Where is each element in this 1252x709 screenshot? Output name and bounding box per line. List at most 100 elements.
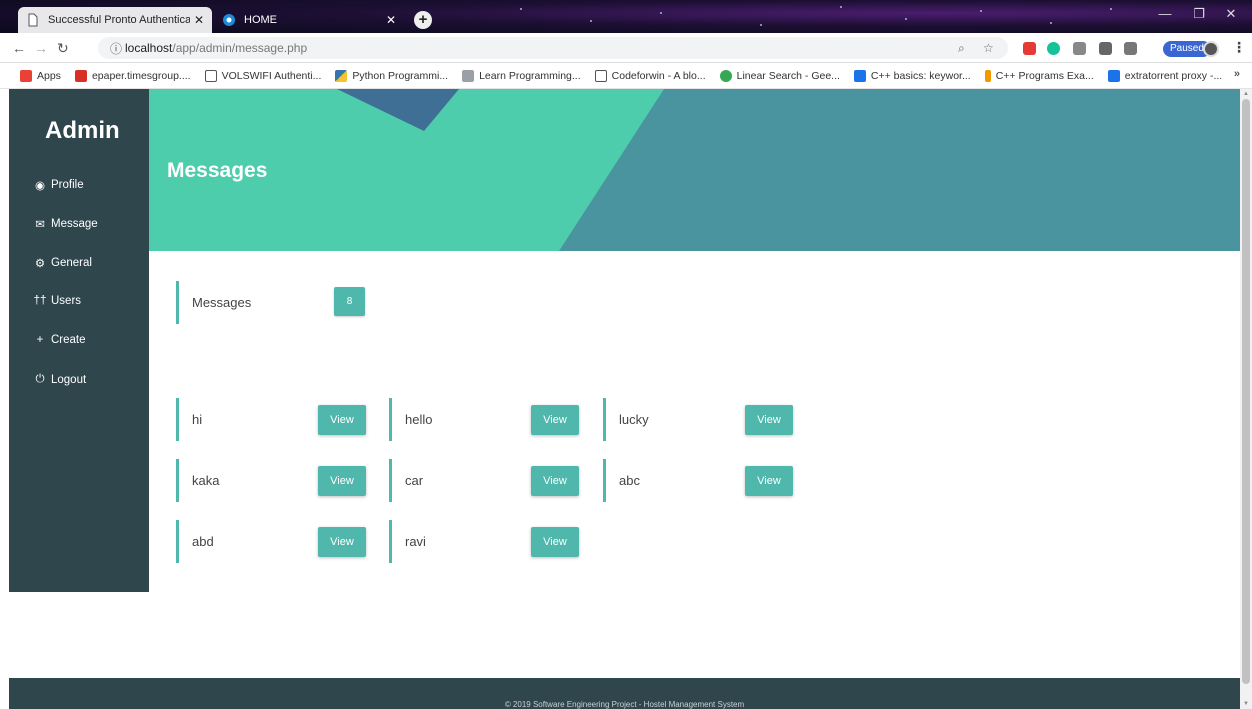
back-icon[interactable]: ←	[12, 40, 26, 56]
message-count-badge: 8	[334, 287, 365, 316]
header-banner: Messages	[149, 89, 1240, 251]
learn-icon	[462, 69, 475, 82]
message-sender: ravi	[405, 534, 426, 549]
url-input[interactable]: ⓘ localhost/app/admin/message.php	[98, 37, 1008, 59]
card-accent-bar	[389, 459, 392, 502]
is-icon	[1107, 69, 1120, 82]
flame-icon	[984, 69, 991, 82]
new-tab-button[interactable]: +	[414, 11, 432, 29]
scroll-down-icon[interactable]: ▼	[1243, 701, 1249, 707]
sidebar-item-label: Profile	[51, 179, 84, 191]
page-title: Messages	[167, 159, 268, 182]
bookmark-cpp-basics[interactable]: C++ basics: keywor...	[853, 69, 971, 82]
zoom-icon[interactable]: ⌕	[958, 41, 965, 56]
bookmark-label: extratorrent proxy -...	[1124, 69, 1223, 82]
sidebar-item-message[interactable]: ✉ Message	[33, 217, 98, 231]
maximize-icon[interactable]: ❐	[1184, 6, 1214, 22]
footer-text: © 2019 Software Engineering Project - Ho…	[504, 700, 745, 709]
sidebar: Admin ◉ Profile ✉ Message ⚙ General †† U…	[9, 89, 149, 592]
google-icon	[719, 69, 732, 82]
view-message-button[interactable]: View	[531, 527, 579, 557]
bookmark-learn-programming[interactable]: Learn Programming...	[462, 69, 581, 82]
bookmark-label: Learn Programming...	[479, 69, 581, 82]
scrollbar-thumb[interactable]	[1242, 99, 1250, 684]
sidebar-item-users[interactable]: †† Users	[33, 295, 81, 307]
view-message-button[interactable]: View	[318, 466, 366, 496]
bookmark-label: Linear Search - Gee...	[736, 69, 840, 82]
card-accent-bar	[603, 398, 606, 441]
card-accent-bar	[176, 398, 179, 441]
view-message-button[interactable]: View	[318, 405, 366, 435]
url-text: localhost/app/admin/message.php	[125, 41, 307, 55]
url-path: /app/admin/message.php	[172, 41, 308, 55]
tab-pronto-authentication[interactable]: Successful Pronto Authentication ✕	[18, 7, 212, 33]
view-message-button[interactable]: View	[745, 466, 793, 496]
user-circle-icon: ◉	[34, 180, 46, 192]
message-sender: hi	[192, 412, 203, 427]
grammarly-icon[interactable]	[1047, 42, 1060, 55]
banner-background	[149, 89, 1240, 251]
apps-grid-icon	[20, 69, 32, 82]
extension-icon[interactable]	[1073, 42, 1086, 55]
plus-icon: +	[36, 334, 44, 346]
bookmark-label: C++ basics: keywor...	[870, 69, 971, 82]
cog-icon: ⚙	[34, 258, 46, 270]
sidebar-item-profile[interactable]: ◉ Profile	[33, 178, 84, 192]
bookmark-apps[interactable]: Apps	[20, 69, 61, 82]
sidebar-item-label: Message	[51, 218, 98, 230]
extension-icon[interactable]	[1099, 42, 1112, 55]
python-icon	[335, 69, 348, 82]
power-icon: ⏻	[35, 373, 45, 385]
sidebar-item-label: Logout	[51, 373, 87, 386]
view-message-button[interactable]: View	[531, 466, 579, 496]
message-sender: lucky	[619, 412, 649, 427]
browser-titlebar: Successful Pronto Authentication ✕ HOME …	[0, 0, 1252, 33]
bookmark-codeforwin[interactable]: Codeforwin - A blo...	[594, 69, 706, 82]
view-message-button[interactable]: View	[531, 405, 579, 435]
bookmark-linear-search[interactable]: Linear Search - Gee...	[719, 69, 840, 82]
extension-icon[interactable]	[1124, 42, 1137, 55]
scroll-up-icon[interactable]: ▲	[1243, 91, 1249, 97]
sidebar-item-create[interactable]: + Create	[33, 334, 86, 346]
bookmark-label: Python Programmi...	[352, 69, 449, 82]
sidebar-item-logout[interactable]: ⏻ Logout	[33, 373, 86, 386]
bookmark-extratorrent[interactable]: extratorrent proxy -...	[1107, 69, 1223, 82]
info-icon[interactable]: ⓘ	[110, 40, 122, 57]
card-accent-bar	[389, 398, 392, 441]
tab-close-icon[interactable]: ✕	[194, 13, 204, 27]
minimize-icon[interactable]: —	[1150, 6, 1180, 21]
messages-summary-label: Messages	[192, 295, 252, 310]
bookmark-cpp-programs[interactable]: C++ Programs Exa...	[984, 69, 1094, 82]
message-sender: abc	[619, 473, 640, 488]
behance-icon	[853, 69, 866, 82]
bookmark-volswifi[interactable]: VOLSWIFI Authenti...	[204, 69, 321, 82]
card-accent-bar	[176, 520, 179, 563]
pdf-extension-icon[interactable]	[1023, 42, 1036, 55]
bookmark-label: Apps	[37, 69, 61, 82]
footer: © 2019 Software Engineering Project - Ho…	[9, 678, 1240, 709]
close-window-icon[interactable]: ✕	[1216, 6, 1246, 22]
card-accent-bar	[176, 281, 179, 324]
epaper-icon	[74, 69, 87, 82]
bookmarks-overflow-icon[interactable]: »	[1234, 68, 1240, 80]
view-message-button[interactable]: View	[318, 527, 366, 557]
tab-close-icon[interactable]: ✕	[386, 13, 396, 27]
forward-icon[interactable]: →	[34, 40, 48, 56]
tab-title: Successful Pronto Authentication	[48, 14, 190, 26]
sidebar-item-general[interactable]: ⚙ General	[33, 256, 92, 270]
tab-home[interactable]: HOME ✕	[214, 7, 404, 33]
message-sender: hello	[405, 412, 433, 427]
bookmark-epaper[interactable]: epaper.timesgroup....	[74, 69, 191, 82]
page-content: Admin ◉ Profile ✉ Message ⚙ General †† U…	[0, 89, 1240, 709]
page-scrollbar[interactable]: ▲ ▼	[1240, 89, 1252, 709]
star-icon[interactable]: ☆	[983, 41, 994, 55]
card-accent-bar	[389, 520, 392, 563]
message-sender: abd	[192, 534, 214, 549]
bookmark-python[interactable]: Python Programmi...	[335, 69, 449, 82]
menu-icon[interactable]: ⋮	[1232, 39, 1246, 56]
message-sender: car	[405, 473, 424, 488]
view-message-button[interactable]: View	[745, 405, 793, 435]
reload-icon[interactable]: ↻	[57, 40, 69, 57]
document-icon	[28, 13, 38, 27]
profile-avatar[interactable]	[1203, 41, 1219, 57]
